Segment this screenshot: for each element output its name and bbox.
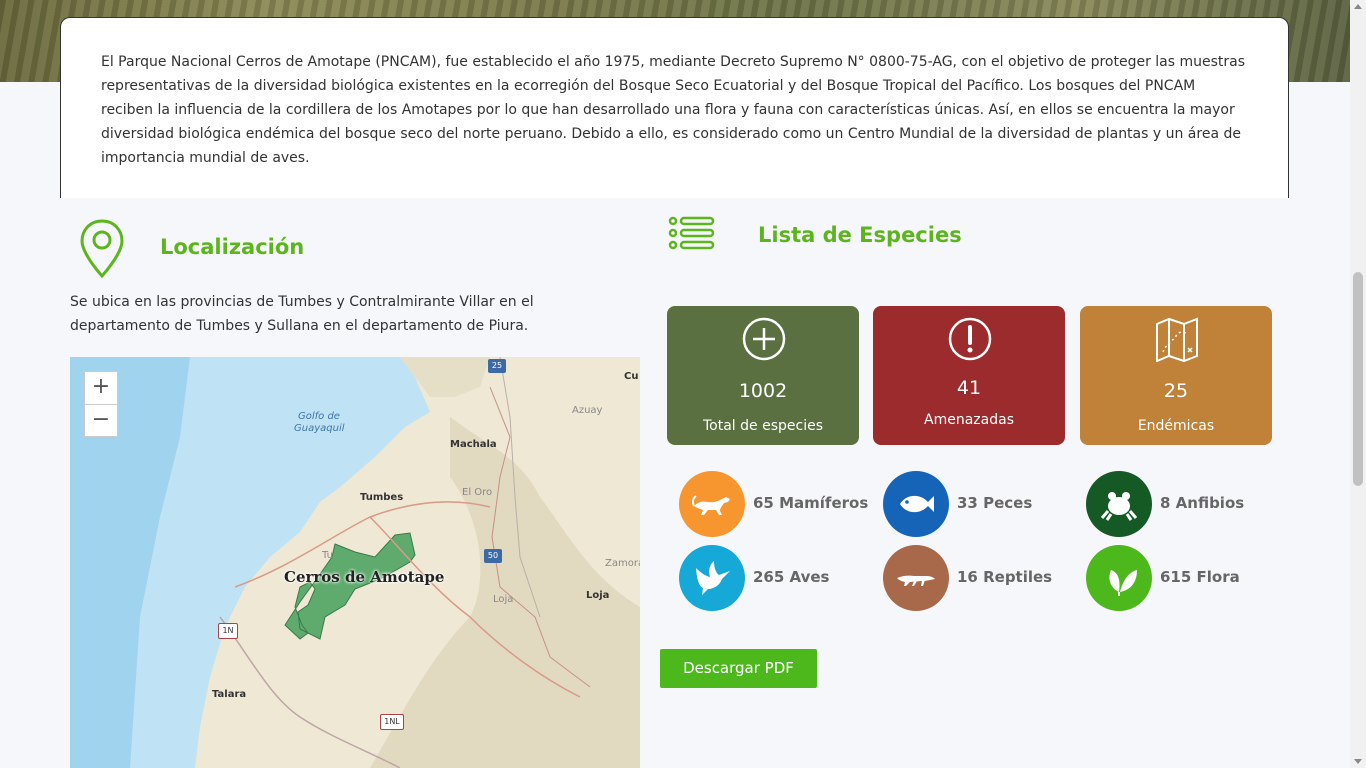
stat-total-value: 1002 [738, 380, 788, 402]
species-group-birds-label: 265 Aves [753, 568, 830, 586]
species-group-amphibians-label: 8 Anfibios [1160, 494, 1245, 512]
plus-circle-icon [742, 317, 786, 361]
page-scrollbar[interactable] [1350, 0, 1366, 768]
species-group-fish-label: 33 Peces [957, 494, 1033, 512]
scrollbar-thumb[interactable] [1353, 272, 1363, 486]
route-shield-25: 25 [488, 359, 506, 373]
map-label-loja-region: Loja [493, 594, 514, 605]
route-shield-1n: 1N [218, 623, 238, 639]
fish-icon [900, 495, 934, 513]
download-pdf-button[interactable]: Descargar PDF [660, 649, 817, 688]
map-label-machala: Machala [450, 439, 497, 450]
map-label-azuay: Azuay [572, 405, 603, 416]
stat-threatened: 41 Amenazadas [873, 306, 1065, 445]
crocodile-icon [897, 575, 935, 586]
intro-card: El Parque Nacional Cerros de Amotape (PN… [60, 17, 1289, 198]
map-label-golfo: Golfo de [298, 411, 340, 422]
list-icon [668, 216, 715, 250]
frog-icon [1100, 492, 1138, 521]
scroll-down-icon[interactable] [1354, 759, 1362, 764]
zoom-in-button[interactable]: + [85, 372, 117, 404]
location-pin-icon [80, 219, 124, 279]
map-icon [1156, 317, 1198, 362]
species-group-reptiles-label: 16 Reptiles [957, 568, 1053, 586]
location-title: Localización [160, 235, 305, 259]
stat-endemic: 25 Endémicas [1080, 306, 1272, 445]
stat-threatened-label: Amenazadas [924, 412, 1014, 428]
stat-endemic-label: Endémicas [1137, 418, 1215, 434]
stat-endemic-value: 25 [1163, 380, 1189, 402]
map-label-tu: Tu [322, 550, 333, 561]
puma-icon [692, 495, 730, 515]
location-description: Se ubica en las provincias de Tumbes y C… [70, 294, 534, 334]
map-label-tumbes: Tumbes [360, 492, 404, 503]
leaf-icon [1109, 570, 1137, 596]
map-label-park: Cerros de Amotape [284, 568, 445, 586]
stat-threatened-value: 41 [956, 377, 982, 399]
location-map[interactable]: + − Golfo de Guayaquil Machala Azuay Cu … [70, 357, 640, 768]
bird-icon [696, 561, 730, 595]
stat-total-label: Total de especies [703, 418, 823, 434]
zoom-out-button[interactable]: − [85, 404, 117, 437]
map-label-loja: Loja [586, 590, 610, 601]
map-zoom-control: + − [84, 371, 118, 437]
exclamation-circle-icon [948, 317, 992, 361]
map-label-zamora: Zamora [605, 558, 640, 569]
route-shield-50: 50 [484, 549, 502, 563]
intro-text: El Parque Nacional Cerros de Amotape (PN… [101, 54, 1246, 166]
scroll-up-icon[interactable] [1354, 4, 1362, 9]
species-group-flora-label: 615 Flora [1160, 568, 1240, 586]
stat-total-species: 1002 Total de especies [667, 306, 859, 445]
map-label-el-oro: El Oro [462, 487, 493, 498]
map-canvas[interactable] [70, 357, 640, 768]
map-label-cu: Cu [624, 371, 639, 382]
species-list-title: Lista de Especies [758, 223, 962, 247]
map-label-guayaquil: Guayaquil [294, 423, 345, 434]
species-group-mammals-label: 65 Mamíferos [753, 494, 869, 512]
map-label-talara: Talara [212, 689, 247, 700]
route-shield-1nl: 1NL [380, 714, 404, 730]
